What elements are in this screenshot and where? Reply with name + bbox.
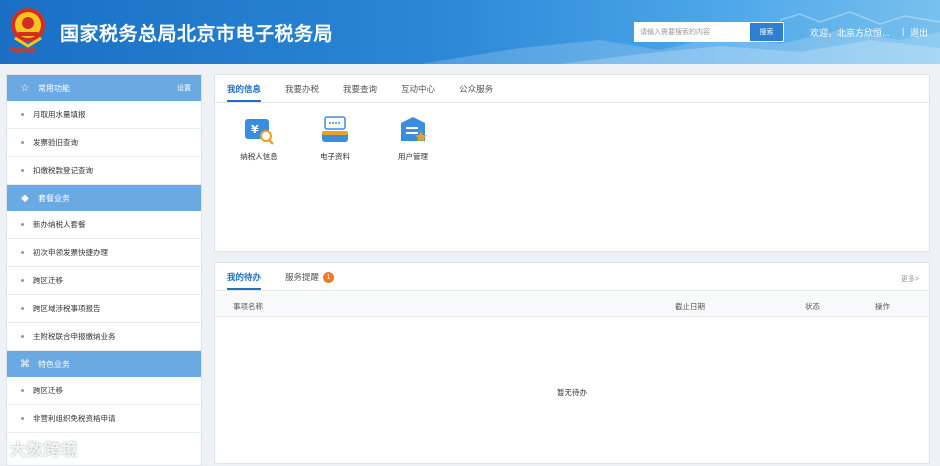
bullet-icon [21,307,24,310]
info-panel: 我的信息 我要办税 我要查询 互动中心 公众服务 ¥ 纳税人信息 电子资料 用户 [214,74,930,252]
sidebar-section-package: ◆ 套餐业务 [7,185,201,211]
logout-link[interactable]: 退出 [910,26,928,39]
star-icon: ☆ [20,82,30,94]
tab-my-todo[interactable]: 我的待办 [227,271,262,290]
search-input[interactable] [634,22,750,42]
empty-state-text: 暂无待办 [557,388,587,397]
sidebar-item-label: 月取用水量填报 [33,110,86,119]
sidebar-item-label: 初次申领发票快捷办理 [33,248,108,257]
sidebar-item-label: 新办纳税人套餐 [33,220,86,229]
bullet-icon [21,389,24,392]
sidebar-item-label: 扣缴税款登记查询 [33,166,93,175]
tab-query[interactable]: 我要查询 [343,83,377,102]
tab-service-reminder[interactable]: 服务提醒 1 [285,271,335,290]
top-header: 中国税务 国家税务总局北京市电子税务局 搜索 欢迎，北京方欣恒... | 退出 [0,0,940,64]
electronic-data-icon [322,116,348,142]
reminder-count-badge: 1 [323,271,335,283]
welcome-text[interactable]: 欢迎，北京方欣恒... [810,26,890,39]
grid-icon: ⌘ [20,358,30,370]
sidebar-item-label: 主附税联合申报缴纳业务 [33,332,116,341]
column-header-status: 状态 [805,302,820,311]
app-electronic-data[interactable]: 电子资料 [305,115,365,162]
sidebar-item[interactable]: 新办纳税人套餐 [7,211,201,239]
sidebar-item[interactable]: 初次申领发票快捷办理 [7,239,201,267]
tab-interaction[interactable]: 互动中心 [401,83,435,102]
sidebar-item[interactable]: 扣缴税款登记查询 [7,157,201,185]
search-button[interactable]: 搜索 [750,22,784,42]
sidebar-item[interactable]: 跨区域涉税事项报告 [7,295,201,323]
section-title: 常用功能 [38,83,70,93]
tab-my-info[interactable]: 我的信息 [227,83,262,102]
sidebar-item[interactable]: 月取用水量填报 [7,101,201,129]
sidebar-item[interactable]: 发票验旧查询 [7,129,201,157]
app-user-management[interactable]: 用户管理 [383,115,443,162]
user-management-icon [401,117,427,142]
app-label: 电子资料 [320,152,350,161]
bullet-icon [21,113,24,116]
app-label: 纳税人信息 [240,152,278,161]
taxpayer-info-icon: ¥ [245,119,274,145]
sidebar-item[interactable]: 跨区迁移 [7,267,201,295]
bullet-icon [21,335,24,338]
sidebar-item-label: 发票验旧查询 [33,138,78,147]
sidebar: ☆ 常用功能 设置 月取用水量填报 发票验旧查询 扣缴税款登记查询 ◆ 套餐业务… [6,74,202,466]
bullet-icon [21,417,24,420]
bullet-icon [21,169,24,172]
tab-label: 服务提醒 [285,272,320,282]
layers-icon: ◆ [21,192,29,204]
tab-public-service[interactable]: 公众服务 [459,83,493,102]
bullet-icon [21,141,24,144]
sidebar-item[interactable]: 非营利组织免税资格申请 [7,405,201,433]
section-title: 特色业务 [38,359,70,369]
todo-table-header: 事项名称 截止日期 状态 操作 [215,293,929,317]
sidebar-item[interactable]: 主附税联合申报缴纳业务 [7,323,201,351]
column-header-deadline: 截止日期 [675,302,705,311]
app-label: 用户管理 [398,152,428,161]
more-link[interactable]: 更多> [901,274,919,284]
bullet-icon [21,223,24,226]
header-separator: | [902,26,905,36]
settings-link[interactable]: 设置 [177,83,191,93]
section-title: 套餐业务 [38,193,70,203]
brand-subtitle: 中国税务 [8,46,36,55]
sidebar-item-label: 跨区迁移 [33,276,63,285]
bullet-icon [21,279,24,282]
column-header-item-name: 事项名称 [233,302,263,311]
column-header-action: 操作 [875,302,890,311]
todo-tabs: 我的待办 服务提醒 1 [215,263,929,291]
svg-text:¥: ¥ [251,123,259,136]
watermark: 大数跨境 [10,442,79,459]
todo-panel: 我的待办 服务提醒 1 更多> 事项名称 截止日期 状态 操作 暂无待办 [214,262,930,464]
app-taxpayer-info[interactable]: ¥ 纳税人信息 [229,115,289,162]
sidebar-item-label: 非营利组织免税资格申请 [33,414,116,423]
info-tabs: 我的信息 我要办税 我要查询 互动中心 公众服务 [215,75,929,103]
site-title: 国家税务总局北京市电子税务局 [60,23,334,45]
sidebar-section-common: ☆ 常用功能 设置 [7,75,201,101]
sidebar-item-label: 跨区域涉税事项报告 [33,304,101,313]
bullet-icon [21,251,24,254]
sidebar-item-label: 跨区迁移 [33,386,63,395]
tax-emblem-icon [11,8,45,48]
sidebar-section-special: ⌘ 特色业务 [7,351,201,377]
sidebar-item[interactable]: 跨区迁移 [7,377,201,405]
tab-tax-handling[interactable]: 我要办税 [285,83,319,102]
